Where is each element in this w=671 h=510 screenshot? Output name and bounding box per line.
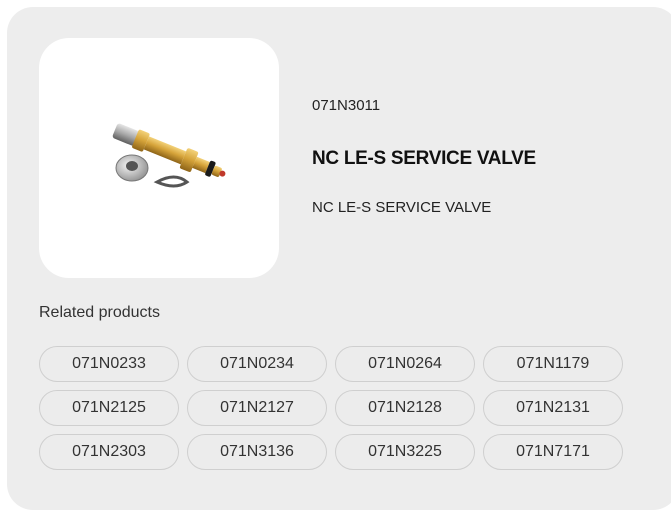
related-product-chip[interactable]: 071N2128 [335, 390, 475, 426]
related-product-chip[interactable]: 071N1179 [483, 346, 623, 382]
related-product-chip[interactable]: 071N7171 [483, 434, 623, 470]
related-product-chip[interactable]: 071N2125 [39, 390, 179, 426]
related-product-chip[interactable]: 071N2303 [39, 434, 179, 470]
service-valve-product-image [112, 123, 226, 188]
related-product-chip[interactable]: 071N2131 [483, 390, 623, 426]
product-title: NC LE-S SERVICE VALVE [312, 148, 536, 169]
product-card: 071N3011 NC LE-S SERVICE VALVE NC LE-S S… [7, 7, 671, 510]
product-code: 071N3011 [312, 97, 381, 114]
related-product-chip[interactable]: 071N0233 [39, 346, 179, 382]
related-products-list: 071N0233 071N0234 071N0264 071N1179 071N… [39, 346, 623, 470]
related-product-chip[interactable]: 071N2127 [187, 390, 327, 426]
related-product-chip[interactable]: 071N3136 [187, 434, 327, 470]
related-products-heading: Related products [39, 304, 160, 321]
related-product-chip[interactable]: 071N0264 [335, 346, 475, 382]
product-image-frame [39, 38, 279, 278]
related-product-chip[interactable]: 071N0234 [187, 346, 327, 382]
related-product-chip[interactable]: 071N3225 [335, 434, 475, 470]
product-description: NC LE-S SERVICE VALVE [312, 199, 492, 216]
